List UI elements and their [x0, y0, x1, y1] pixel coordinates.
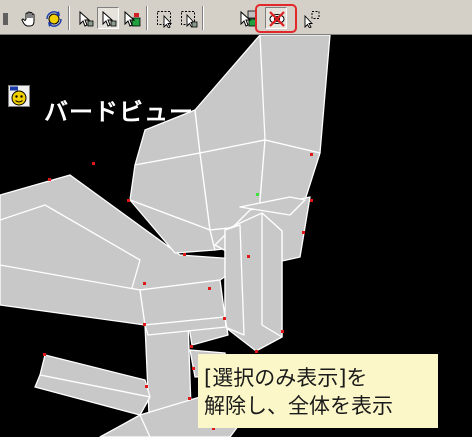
rotate-view-icon	[46, 11, 62, 27]
move-pointer-icon	[304, 11, 320, 28]
rotate-view-button[interactable]	[42, 7, 64, 29]
hand-pan-icon	[21, 11, 35, 27]
partial-icon	[3, 13, 8, 25]
note-line-1: [選択のみ表示]を	[204, 366, 368, 390]
select-pointer-icon	[79, 10, 94, 27]
move-pointer-button[interactable]	[300, 7, 322, 29]
highlight-box	[255, 4, 297, 33]
hand-pan-button[interactable]	[18, 7, 40, 29]
select-region-icon	[157, 11, 173, 28]
select-pointer-alt-icon	[102, 10, 117, 27]
select-pointer-alt-button[interactable]	[97, 7, 119, 29]
view-title: バードビュー	[44, 98, 194, 126]
select-pointer-button[interactable]	[74, 7, 96, 29]
select-colored-button[interactable]	[120, 7, 142, 29]
bird-view-icon	[8, 85, 30, 107]
toolbar-separator	[146, 6, 148, 30]
select-region-alt-icon	[181, 11, 198, 28]
select-region-alt-button[interactable]	[177, 7, 199, 29]
select-colored-icon	[124, 10, 141, 27]
toolbar-button-partial[interactable]	[0, 7, 10, 29]
select-region-button[interactable]	[153, 7, 175, 29]
toolbar	[0, 0, 472, 35]
toolbar-separator	[202, 6, 204, 30]
annotation-note: [選択のみ表示]を 解除し、全体を表示	[198, 354, 438, 428]
note-line-2: 解除し、全体を表示	[204, 394, 393, 418]
toolbar-separator	[68, 6, 70, 30]
